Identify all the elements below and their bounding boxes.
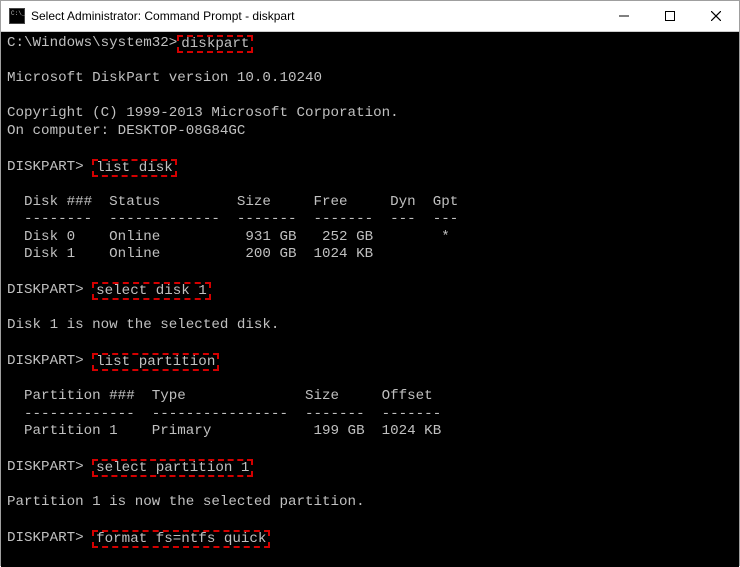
listdisk-divider: -------- ------------- ------- ------- -… bbox=[7, 211, 458, 227]
maximize-button[interactable] bbox=[647, 1, 693, 31]
copyright-line: Copyright (C) 1999-2013 Microsoft Corpor… bbox=[7, 105, 399, 121]
version-line: Microsoft DiskPart version 10.0.10240 bbox=[7, 70, 322, 86]
mouse-pointer-icon bbox=[221, 548, 252, 567]
highlight-select-partition: select partition 1 bbox=[92, 459, 253, 477]
listdisk-header: Disk ### Status Size Free Dyn Gpt bbox=[7, 194, 458, 210]
computer-line: On computer: DESKTOP-08G84GC bbox=[7, 123, 245, 139]
highlight-diskpart: diskpart bbox=[177, 35, 253, 53]
close-icon bbox=[711, 11, 721, 21]
cmd-list-disk: list disk bbox=[96, 160, 173, 176]
highlight-list-disk: list disk bbox=[92, 159, 177, 177]
cmd-format: format fs=ntfs quick bbox=[96, 531, 266, 547]
diskpart-prompt: DISKPART> bbox=[7, 159, 92, 175]
maximize-icon bbox=[665, 11, 675, 21]
window-titlebar: Select Administrator: Command Prompt - d… bbox=[1, 1, 739, 32]
close-button[interactable] bbox=[693, 1, 739, 31]
window-controls bbox=[601, 1, 739, 31]
highlight-select-disk: select disk 1 bbox=[92, 282, 211, 300]
select-disk-result: Disk 1 is now the selected disk. bbox=[7, 317, 279, 333]
terminal-area[interactable]: C:\Windows\system32>diskpart Microsoft D… bbox=[1, 32, 739, 567]
cmd-select-disk: select disk 1 bbox=[96, 283, 207, 299]
diskpart-prompt: DISKPART> bbox=[7, 459, 92, 475]
app-icon bbox=[9, 8, 25, 24]
select-partition-result: Partition 1 is now the selected partitio… bbox=[7, 494, 365, 510]
cmd-list-partition: list partition bbox=[96, 354, 215, 370]
listdisk-row-1: Disk 1 Online 200 GB 1024 KB bbox=[7, 246, 373, 262]
listpart-divider: ------------- ---------------- ------- -… bbox=[7, 406, 441, 422]
cmd-diskpart: diskpart bbox=[181, 36, 249, 52]
highlight-format: format fs=ntfs quick bbox=[92, 530, 270, 548]
listpart-header: Partition ### Type Size Offset bbox=[7, 388, 433, 404]
listdisk-row-0: Disk 0 Online 931 GB 252 GB * bbox=[7, 229, 450, 245]
cmd-select-partition: select partition 1 bbox=[96, 460, 249, 476]
minimize-icon bbox=[619, 11, 629, 21]
diskpart-prompt: DISKPART> bbox=[7, 353, 92, 369]
diskpart-prompt: DISKPART> bbox=[7, 530, 92, 546]
highlight-list-partition: list partition bbox=[92, 353, 219, 371]
listpart-row-0: Partition 1 Primary 199 GB 1024 KB bbox=[7, 423, 441, 439]
diskpart-prompt: DISKPART> bbox=[7, 282, 92, 298]
prompt-text: C:\Windows\system32> bbox=[7, 35, 177, 51]
minimize-button[interactable] bbox=[601, 1, 647, 31]
window-title: Select Administrator: Command Prompt - d… bbox=[31, 9, 601, 23]
